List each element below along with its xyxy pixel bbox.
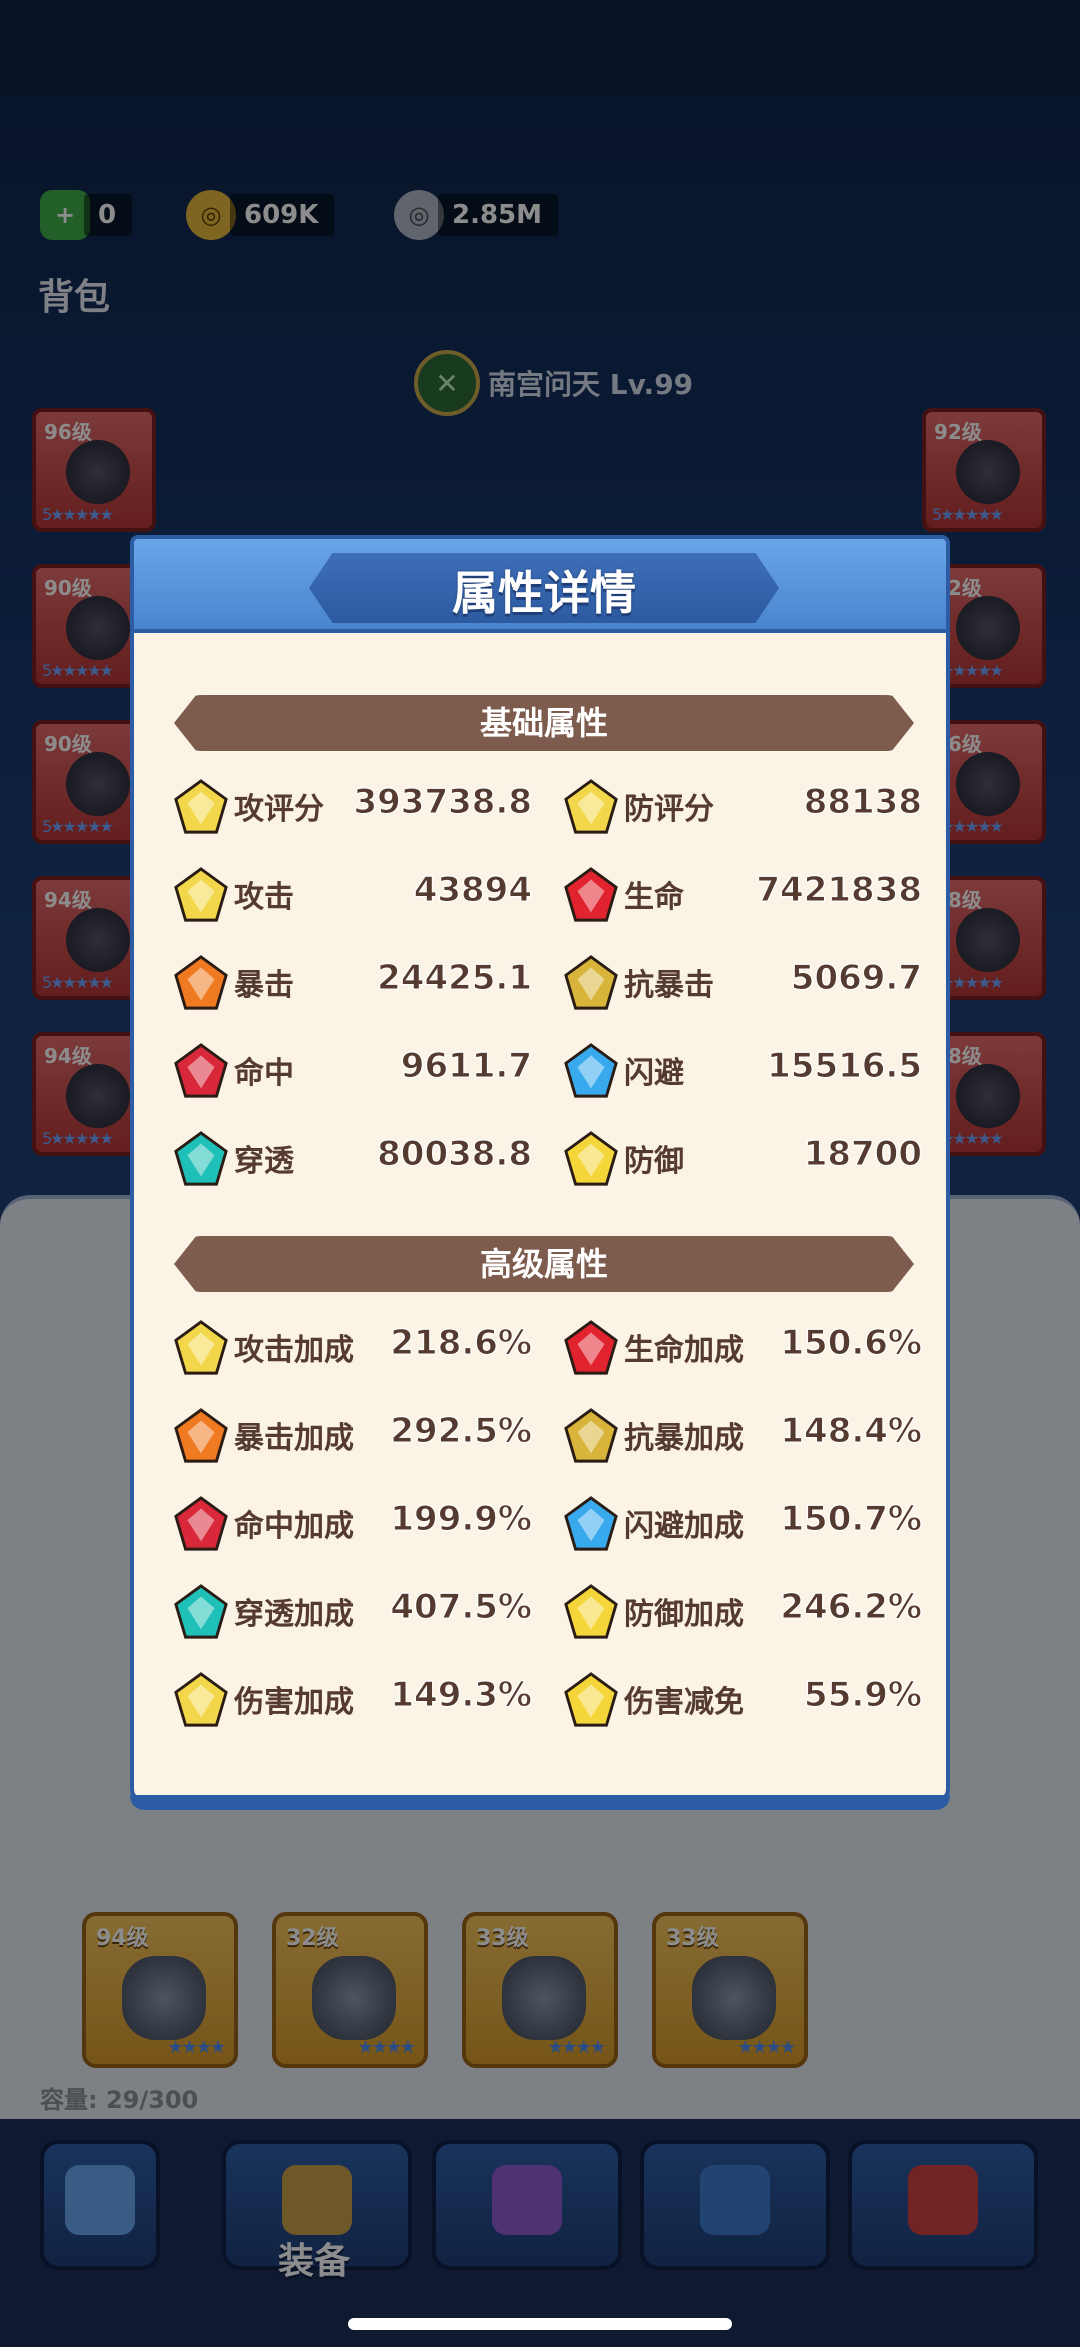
advanced-stat-name: 伤害加成 <box>234 1685 354 1720</box>
advanced-row: 伤害减免 55.9% <box>562 1663 922 1733</box>
basic-stat-value: 88138 <box>803 782 922 823</box>
advanced-stat-value: 150.6% <box>780 1323 923 1364</box>
basic-row: 命中 9611.7 <box>172 1034 533 1104</box>
hit-bonus-icon <box>172 1495 230 1553</box>
advanced-row: 伤害加成 149.3% <box>172 1663 532 1733</box>
dialog-body: 基础属性 攻评分 393738.8 防评分 88138 攻击 43894 生命 7421838… <box>130 633 950 1803</box>
basic-stat-name: 抗暴击 <box>624 968 714 1003</box>
basic-stat-name: 防御 <box>624 1144 684 1179</box>
basic-row: 攻击 43894 <box>172 858 533 928</box>
advanced-row: 暴击加成 292.5% <box>172 1399 532 1469</box>
advanced-stat-value: 199.9% <box>390 1499 533 1540</box>
basic-row: 攻评分 393738.8 <box>172 770 532 840</box>
basic-stat-value: 15516.5 <box>767 1046 923 1087</box>
dialog-title: 属性详情 <box>452 566 636 620</box>
basic-stat-value: 80038.8 <box>377 1134 533 1175</box>
anti-crit-icon <box>562 954 620 1012</box>
advanced-stat-name: 穿透加成 <box>234 1597 354 1632</box>
defense-rating-icon <box>562 778 620 836</box>
basic-stat-name: 攻击 <box>234 880 294 915</box>
basic-stat-name: 命中 <box>234 1056 294 1091</box>
crit-flame-icon <box>172 954 230 1012</box>
basic-stat-value: 9611.7 <box>400 1046 532 1087</box>
defense-shield-icon <box>562 1130 620 1188</box>
basic-row: 防评分 88138 <box>562 770 923 840</box>
advanced-row: 穿透加成 407.5% <box>172 1575 532 1645</box>
basic-row: 生命 7421838 <box>562 858 922 928</box>
basic-stat-value: 43894 <box>413 870 532 911</box>
basic-stat-name: 攻评分 <box>234 792 324 827</box>
advanced-row: 生命加成 150.6% <box>562 1311 922 1381</box>
dialog-header: 属性详情 <box>130 535 950 633</box>
heart-icon <box>562 866 620 924</box>
advanced-stat-value: 246.2% <box>780 1587 923 1628</box>
pierce-bonus-icon <box>172 1583 230 1641</box>
attack-icon <box>172 866 230 924</box>
advanced-stat-name: 防御加成 <box>624 1597 744 1632</box>
advanced-stat-name: 攻击加成 <box>234 1333 354 1368</box>
defense-bonus-icon <box>562 1583 620 1641</box>
basic-row: 防御 18700 <box>562 1122 923 1192</box>
advanced-row: 闪避加成 150.7% <box>562 1487 922 1557</box>
advanced-stat-value: 292.5% <box>390 1411 533 1452</box>
basic-stat-value: 393738.8 <box>353 782 533 823</box>
advanced-stat-name: 闪避加成 <box>624 1509 744 1544</box>
basic-stat-name: 穿透 <box>234 1144 294 1179</box>
basic-row: 闪避 15516.5 <box>562 1034 922 1104</box>
advanced-stat-name: 抗暴加成 <box>624 1421 744 1456</box>
basic-stat-value: 5069.7 <box>790 958 922 999</box>
basic-stat-name: 闪避 <box>624 1056 684 1091</box>
heart-bonus-icon <box>562 1319 620 1377</box>
advanced-stat-value: 150.7% <box>780 1499 923 1540</box>
anti-crit-bonus-icon <box>562 1407 620 1465</box>
basic-stat-value: 18700 <box>803 1134 922 1175</box>
advanced-attributes-header: 高级属性 <box>174 1236 914 1292</box>
damage-reduction-icon <box>562 1671 620 1729</box>
crit-bonus-icon <box>172 1407 230 1465</box>
attribute-detail-dialog: 属性详情 基础属性 攻评分 393738.8 防评分 88138 攻击 43894 生命 74… <box>130 535 950 1810</box>
basic-row: 穿透 80038.8 <box>172 1122 532 1192</box>
dodge-icon <box>562 1042 620 1100</box>
basic-stat-name: 防评分 <box>624 792 714 827</box>
damage-bonus-icon <box>172 1671 230 1729</box>
basic-row: 暴击 24425.1 <box>172 946 532 1016</box>
home-indicator[interactable] <box>348 2318 732 2330</box>
advanced-stat-value: 218.6% <box>390 1323 533 1364</box>
advanced-stat-value: 407.5% <box>390 1587 533 1628</box>
basic-stat-name: 生命 <box>624 880 684 915</box>
advanced-stat-name: 暴击加成 <box>234 1421 354 1456</box>
dialog-bottom-edge <box>130 1795 950 1810</box>
advanced-row: 攻击加成 218.6% <box>172 1311 532 1381</box>
dodge-bonus-icon <box>562 1495 620 1553</box>
pierce-shield-icon <box>172 1130 230 1188</box>
advanced-stat-name: 伤害减免 <box>624 1685 744 1720</box>
advanced-stat-name: 生命加成 <box>624 1333 744 1368</box>
basic-stat-value: 24425.1 <box>377 958 533 999</box>
basic-row: 抗暴击 5069.7 <box>562 946 923 1016</box>
crosshair-icon <box>172 1042 230 1100</box>
basic-stat-value: 7421838 <box>756 870 923 911</box>
advanced-row: 抗暴加成 148.4% <box>562 1399 922 1469</box>
attack-bonus-icon <box>172 1319 230 1377</box>
advanced-row: 命中加成 199.9% <box>172 1487 532 1557</box>
basic-attributes-header: 基础属性 <box>174 695 914 751</box>
advanced-stat-value: 148.4% <box>780 1411 923 1452</box>
advanced-stat-name: 命中加成 <box>234 1509 354 1544</box>
advanced-stat-value: 149.3% <box>390 1675 533 1716</box>
advanced-stat-value: 55.9% <box>804 1675 923 1716</box>
attack-rating-icon <box>172 778 230 836</box>
basic-stat-name: 暴击 <box>234 968 294 1003</box>
advanced-row: 防御加成 246.2% <box>562 1575 922 1645</box>
